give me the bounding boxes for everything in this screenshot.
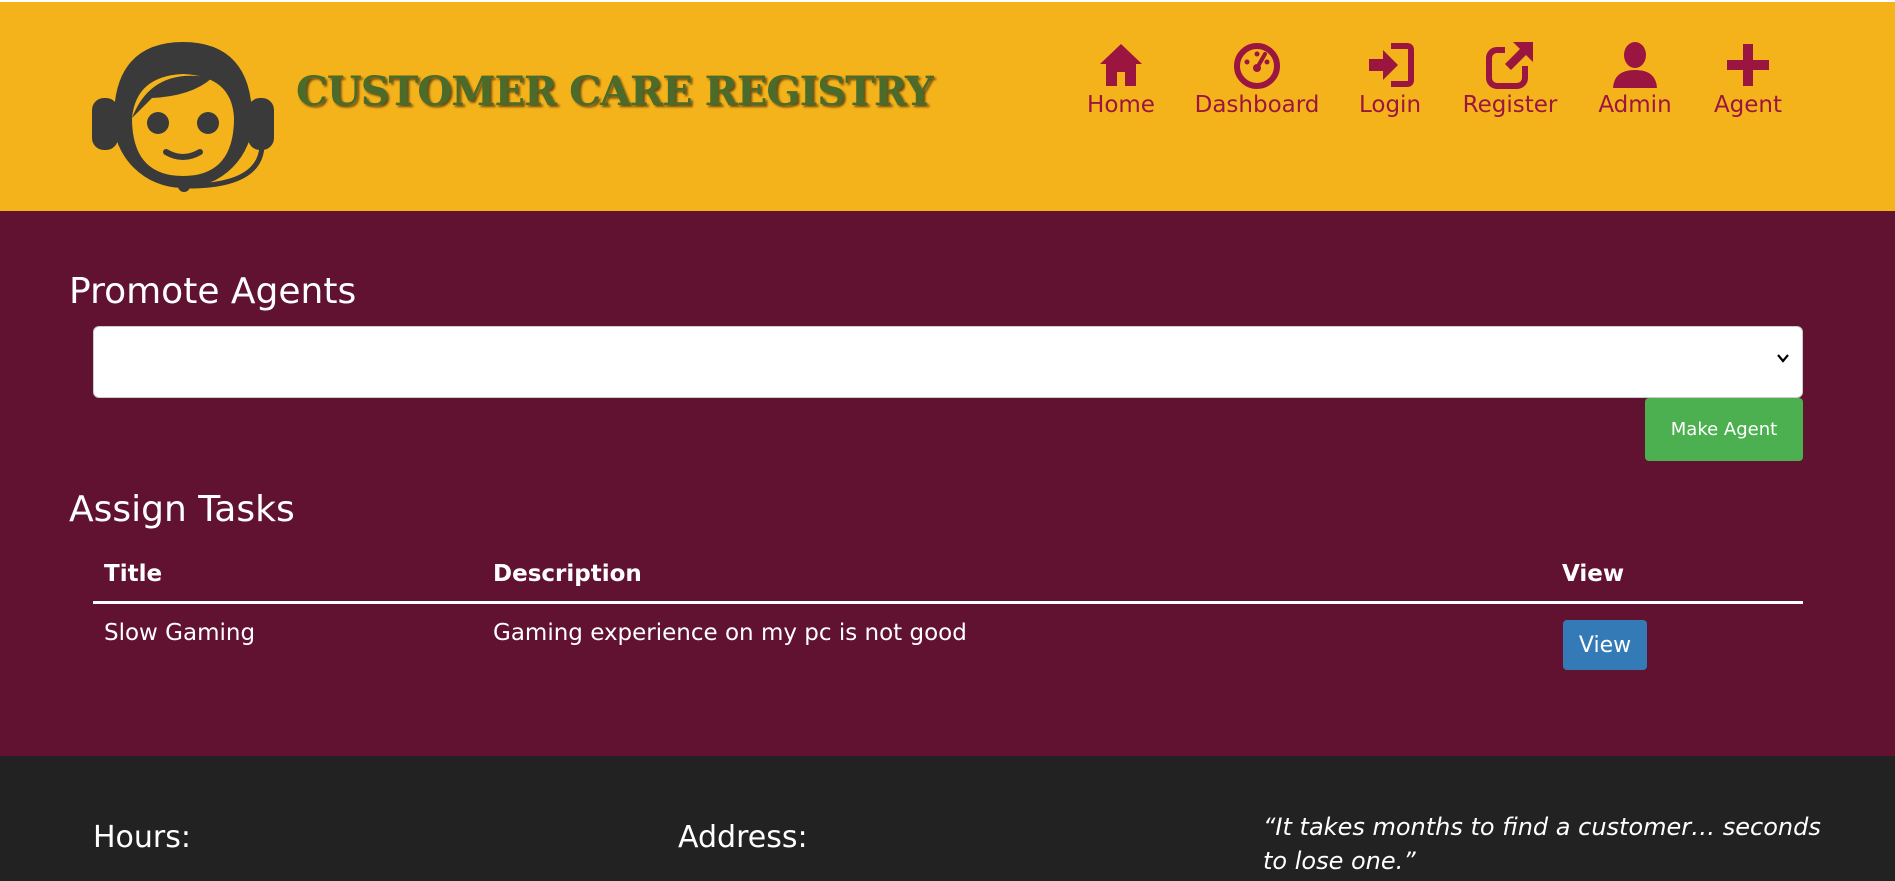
- column-header-view: View: [1562, 561, 1625, 587]
- user-icon: [1613, 42, 1657, 88]
- agent-select[interactable]: [93, 326, 1803, 398]
- plus-icon: [1727, 44, 1769, 86]
- assign-tasks-title: Assign Tasks: [69, 489, 295, 530]
- task-title: Slow Gaming: [104, 620, 256, 646]
- footer-hours-label: Hours:: [93, 820, 191, 855]
- dashboard-gauge-icon: [1234, 43, 1280, 89]
- nav-register[interactable]: Register: [1463, 40, 1557, 130]
- view-task-button[interactable]: View: [1563, 620, 1647, 670]
- footer-quote: “It takes months to find a customer… sec…: [1263, 813, 1821, 875]
- admin-main: Promote Agents Make Agent Assign Tasks T…: [0, 211, 1895, 756]
- column-header-description: Description: [493, 561, 642, 587]
- nav-agent[interactable]: Agent: [1713, 40, 1783, 130]
- main-nav: Home Dashboard Login Register Admin Agen…: [0, 40, 1895, 130]
- footer-address-label: Address:: [678, 820, 808, 855]
- promote-agents-title: Promote Agents: [69, 271, 357, 312]
- home-icon: [1100, 44, 1142, 86]
- column-header-title: Title: [104, 561, 163, 587]
- chevron-down-icon: [1777, 354, 1789, 363]
- external-link-icon: [1486, 42, 1535, 89]
- task-description: Gaming experience on my pc is not good: [493, 620, 967, 646]
- nav-admin[interactable]: Admin: [1598, 40, 1672, 130]
- nav-home[interactable]: Home: [1083, 40, 1159, 130]
- nav-dashboard[interactable]: Dashboard: [1195, 40, 1319, 130]
- nav-login[interactable]: Login: [1357, 40, 1423, 130]
- table-row: Slow Gaming Gaming experience on my pc i…: [93, 604, 1803, 674]
- site-footer: Hours: Address: “It takes months to find…: [0, 756, 1895, 881]
- site-header: CUSTOMER CARE REGISTRY Home Dashboard Lo…: [0, 0, 1895, 211]
- tasks-table: Title Description View Slow Gaming Gamin…: [93, 551, 1803, 674]
- make-agent-button[interactable]: Make Agent: [1645, 398, 1803, 461]
- login-icon: [1369, 43, 1414, 87]
- table-header-row: Title Description View: [93, 551, 1803, 604]
